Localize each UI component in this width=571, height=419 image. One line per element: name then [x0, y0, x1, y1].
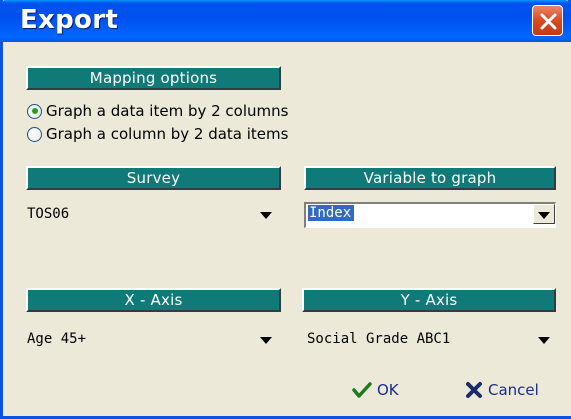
radio-label: Graph a data item by 2 columns	[46, 102, 289, 120]
window-title: Export	[20, 5, 119, 35]
survey-selected-value: TOS06	[27, 206, 70, 222]
export-dialog: Export Mapping options Graph a data item…	[0, 0, 571, 419]
dialog-body: Mapping options Graph a data item by 2 c…	[6, 42, 571, 416]
survey-header: Survey	[26, 166, 281, 190]
mapping-options-header: Mapping options	[26, 66, 281, 90]
y-axis-header: Y - Axis	[302, 288, 556, 312]
variable-dropdown-button[interactable]	[533, 204, 555, 224]
variable-selected-value: Index	[308, 205, 355, 221]
ok-button[interactable]: OK	[352, 378, 399, 402]
checkmark-icon	[352, 382, 372, 398]
survey-dropdown[interactable]: TOS06	[27, 203, 279, 226]
chevron-down-icon[interactable]	[535, 333, 553, 347]
chevron-down-icon[interactable]	[257, 208, 275, 222]
y-axis-dropdown[interactable]: Social Grade ABC1	[307, 328, 557, 351]
x-axis-header: X - Axis	[26, 288, 281, 312]
radio-graph-column-by-items[interactable]: Graph a column by 2 data items	[27, 124, 288, 144]
variable-to-graph-header: Variable to graph	[304, 166, 556, 190]
radio-checked-icon[interactable]	[27, 103, 42, 119]
x-axis-dropdown[interactable]: Age 45+	[27, 328, 279, 351]
radio-label: Graph a column by 2 data items	[46, 125, 289, 143]
x-axis-selected-value: Age 45+	[27, 331, 87, 347]
cancel-button[interactable]: Cancel	[465, 378, 539, 402]
close-button[interactable]	[532, 5, 563, 36]
radio-unchecked-icon[interactable]	[27, 126, 42, 142]
ok-label: OK	[377, 381, 399, 399]
y-axis-selected-value: Social Grade ABC1	[307, 331, 451, 347]
radio-graph-item-by-columns[interactable]: Graph a data item by 2 columns	[27, 101, 288, 121]
close-x-icon	[540, 13, 557, 30]
chevron-down-icon[interactable]	[257, 333, 275, 347]
cancel-x-icon	[466, 382, 482, 398]
variable-dropdown[interactable]: Index	[304, 202, 556, 228]
title-bar[interactable]: Export	[0, 0, 571, 42]
cancel-label: Cancel	[488, 381, 539, 399]
chevron-down-icon	[538, 212, 550, 219]
